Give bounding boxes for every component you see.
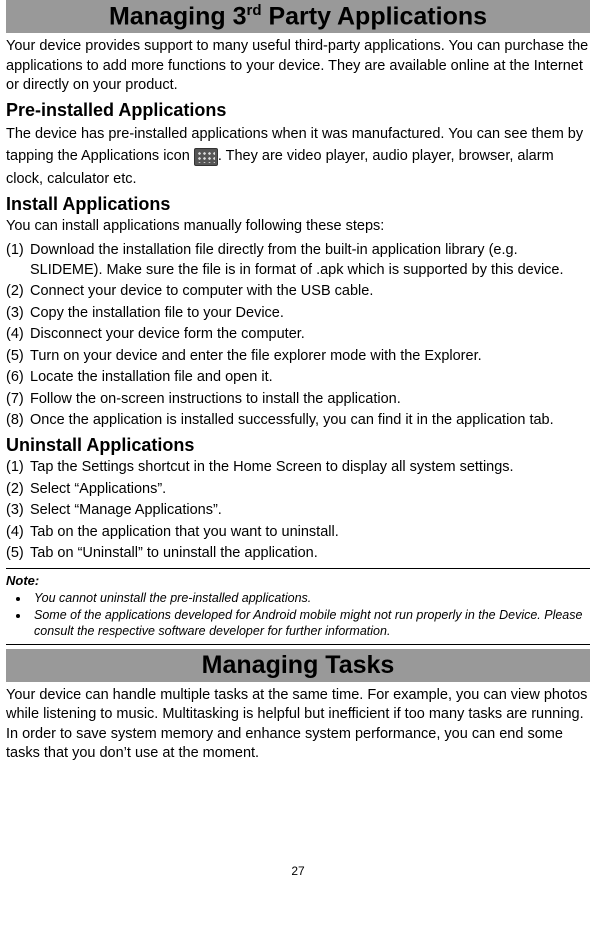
- list-item: You cannot uninstall the pre-installed a…: [30, 590, 590, 606]
- step-text: Select “Manage Applications”.: [30, 502, 222, 518]
- step-text: Follow the on-screen instructions to ins…: [30, 391, 401, 407]
- list-item: (3)Copy the installation file to your De…: [6, 304, 590, 324]
- step-text: Disconnect your device form the computer…: [30, 326, 305, 342]
- list-item: (5)Turn on your device and enter the fil…: [6, 347, 590, 367]
- note-text: You cannot uninstall the pre-installed a…: [34, 591, 311, 605]
- step-text: Copy the installation file to your Devic…: [30, 305, 284, 321]
- note-text: Some of the applications developed for A…: [34, 608, 582, 638]
- divider: [6, 644, 590, 645]
- install-steps-list: (1)Download the installation file direct…: [6, 241, 590, 431]
- uninstall-steps-list: (1)Tap the Settings shortcut in the Home…: [6, 458, 590, 564]
- list-item: (8)Once the application is installed suc…: [6, 411, 590, 431]
- list-item: (3)Select “Manage Applications”.: [6, 501, 590, 521]
- list-item: (4)Tab on the application that you want …: [6, 523, 590, 543]
- step-text: Locate the installation file and open it…: [30, 369, 273, 385]
- step-text: Once the application is installed succes…: [30, 412, 554, 428]
- list-item: (5)Tab on “Uninstall” to uninstall the a…: [6, 544, 590, 564]
- step-text: Tab on “Uninstall” to uninstall the appl…: [30, 545, 318, 561]
- list-item: (7)Follow the on-screen instructions to …: [6, 390, 590, 410]
- list-item: (4)Disconnect your device form the compu…: [6, 325, 590, 345]
- step-text: Select “Applications”.: [30, 481, 166, 497]
- header-text-pre: Managing 3: [109, 2, 247, 30]
- list-item: Some of the applications developed for A…: [30, 607, 590, 640]
- install-intro: You can install applications manually fo…: [6, 217, 590, 237]
- step-text: Connect your device to computer with the…: [30, 283, 373, 299]
- intro-paragraph-1: Your device provides support to many use…: [6, 37, 590, 96]
- section-header-managing-apps: Managing 3rd Party Applications: [6, 0, 590, 33]
- step-text: Download the installation file directly …: [30, 242, 564, 278]
- subhead-install: Install Applications: [6, 194, 590, 215]
- document-page: Managing 3rd Party Applications Your dev…: [0, 0, 596, 886]
- page-number: 27: [6, 864, 590, 878]
- step-text: Tap the Settings shortcut in the Home Sc…: [30, 459, 514, 475]
- subhead-preinstalled: Pre-installed Applications: [6, 100, 590, 121]
- subhead-uninstall: Uninstall Applications: [6, 435, 590, 456]
- divider: [6, 568, 590, 569]
- section-header-managing-tasks: Managing Tasks: [6, 649, 590, 682]
- list-item: (2)Connect your device to computer with …: [6, 282, 590, 302]
- step-text: Turn on your device and enter the file e…: [30, 348, 482, 364]
- note-list: You cannot uninstall the pre-installed a…: [6, 590, 590, 640]
- list-item: (1)Download the installation file direct…: [6, 241, 590, 280]
- header-text-sup: rd: [247, 2, 262, 19]
- note-heading: Note:: [6, 573, 590, 588]
- list-item: (2)Select “Applications”.: [6, 480, 590, 500]
- preinstalled-paragraph: The device has pre-installed application…: [6, 123, 590, 190]
- applications-grid-icon: [194, 148, 218, 166]
- header-text-post: Party Applications: [262, 2, 488, 30]
- step-text: Tab on the application that you want to …: [30, 524, 339, 540]
- intro-paragraph-2: Your device can handle multiple tasks at…: [6, 686, 590, 764]
- list-item: (6)Locate the installation file and open…: [6, 368, 590, 388]
- list-item: (1)Tap the Settings shortcut in the Home…: [6, 458, 590, 478]
